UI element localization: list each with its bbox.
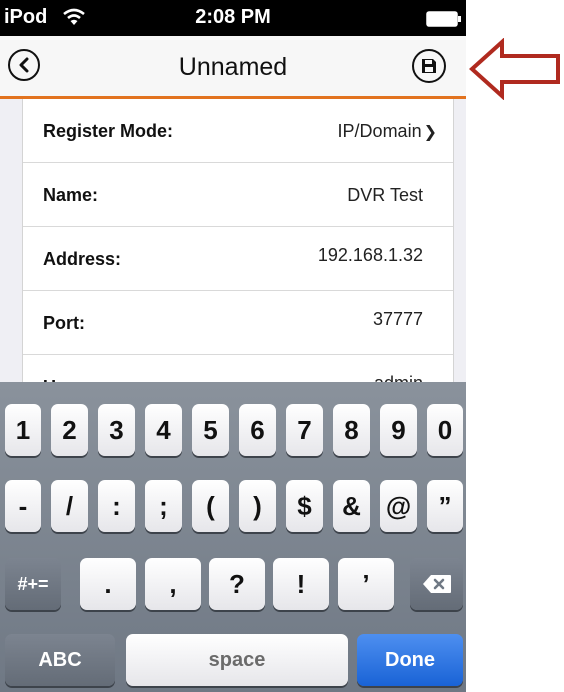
key-slash[interactable]: / (51, 480, 88, 532)
key-1[interactable]: 1 (5, 404, 41, 456)
key-comma[interactable]: , (145, 558, 201, 610)
key-hyphen[interactable]: - (5, 480, 41, 532)
port-value[interactable]: 37777 (373, 309, 423, 330)
key-apostrophe[interactable]: ’ (338, 558, 394, 610)
port-row[interactable]: Port: 37777 (23, 291, 453, 355)
key-exclamation[interactable]: ! (273, 558, 329, 610)
address-value[interactable]: 192.168.1.32 (318, 245, 423, 266)
row-value: IP/Domain ❯ (338, 121, 437, 142)
key-ampersand[interactable]: & (333, 480, 370, 532)
key-4[interactable]: 4 (145, 404, 182, 456)
key-7[interactable]: 7 (286, 404, 323, 456)
key-semicolon[interactable]: ; (145, 480, 182, 532)
key-at[interactable]: @ (380, 480, 417, 532)
abc-key[interactable]: ABC (5, 634, 115, 686)
backspace-icon (422, 575, 451, 593)
key-more-symbols[interactable]: #+= (5, 558, 61, 610)
row-label: Address: (43, 249, 122, 269)
key-2[interactable]: 2 (51, 404, 88, 456)
red-arrow-icon (468, 37, 562, 105)
register-mode-row[interactable]: Register Mode: IP/Domain ❯ (23, 99, 453, 163)
on-screen-keyboard: 1 2 3 4 5 6 7 8 9 0 - / : ; ( ) $ & @ ” … (0, 382, 466, 692)
done-key[interactable]: Done (357, 634, 463, 686)
device-screen: iPod 2:08 PM Unnamed Register Mode: IP/D… (0, 0, 466, 692)
page-title: Unnamed (178, 53, 288, 81)
row-label: Name: (43, 185, 99, 205)
save-disk-icon (422, 59, 436, 73)
device-settings-form: Register Mode: IP/Domain ❯ Name: DVR Test… (22, 99, 454, 389)
name-value[interactable]: DVR Test (347, 185, 423, 206)
key-open-paren[interactable]: ( (192, 480, 229, 532)
navigation-bar: Unnamed (0, 36, 466, 99)
address-row[interactable]: Address: 192.168.1.32 (23, 227, 453, 291)
key-9[interactable]: 9 (380, 404, 417, 456)
status-bar: iPod 2:08 PM (0, 0, 466, 36)
space-key[interactable]: space (126, 634, 348, 686)
row-label: Register Mode: (43, 121, 174, 141)
key-dollar[interactable]: $ (286, 480, 323, 532)
name-row[interactable]: Name: DVR Test (23, 163, 453, 227)
status-time: 2:08 PM (195, 6, 271, 28)
key-5[interactable]: 5 (192, 404, 229, 456)
key-colon[interactable]: : (98, 480, 135, 532)
key-8[interactable]: 8 (333, 404, 370, 456)
key-question[interactable]: ? (209, 558, 265, 610)
delete-key[interactable] (410, 558, 463, 610)
key-6[interactable]: 6 (239, 404, 276, 456)
battery-icon (426, 11, 462, 32)
key-period[interactable]: . (80, 558, 136, 610)
row-label: Port: (43, 313, 85, 333)
key-3[interactable]: 3 (98, 404, 135, 456)
register-mode-value: IP/Domain (337, 121, 422, 141)
key-quote[interactable]: ” (427, 480, 463, 532)
key-0[interactable]: 0 (427, 404, 463, 456)
chevron-right-icon: ❯ (423, 124, 437, 141)
save-button[interactable] (412, 49, 446, 83)
key-close-paren[interactable]: ) (239, 480, 276, 532)
